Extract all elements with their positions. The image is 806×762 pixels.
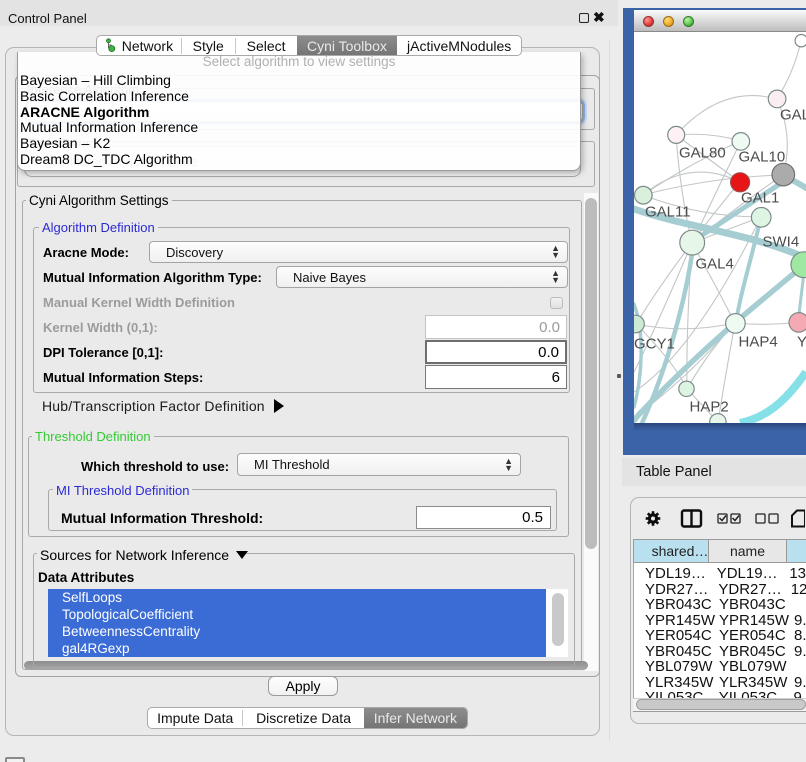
svg-text:YEL: YEL (797, 334, 806, 351)
svg-text:GAL1: GAL1 (741, 190, 779, 207)
svg-text:HAP4: HAP4 (739, 334, 778, 351)
svg-text:SWI4: SWI4 (763, 234, 800, 251)
svg-text:GAL7: GAL7 (780, 107, 806, 124)
svg-text:GCY1: GCY1 (634, 336, 675, 353)
svg-text:GAL4: GAL4 (696, 256, 734, 273)
svg-text:GAL80: GAL80 (679, 145, 726, 162)
svg-text:GAL11: GAL11 (645, 204, 691, 221)
svg-text:GAL10: GAL10 (739, 149, 786, 166)
svg-text:HAP2: HAP2 (690, 399, 729, 416)
